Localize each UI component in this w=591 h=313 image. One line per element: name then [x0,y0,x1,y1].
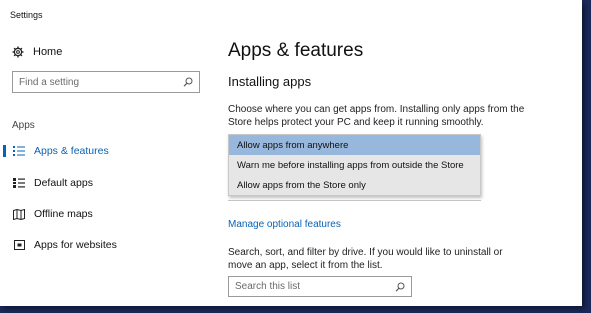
search-list-placeholder: Search this list [235,281,301,292]
dropdown-option-store-only[interactable]: Allow apps from the Store only [229,175,480,195]
sidebar-item-apps-features[interactable]: Apps & features [0,141,212,161]
dropdown-option-anywhere[interactable]: Allow apps from anywhere [229,135,480,155]
default-apps-icon [12,178,26,188]
sidebar-item-apps-for-websites[interactable]: Apps for websites [0,235,212,255]
main-content: Apps & features Installing apps Choose w… [228,28,582,306]
home-label: Home [33,46,63,58]
dropdown-underlay [228,196,481,201]
sidebar: Home Find a setting Apps Apps & features… [0,28,212,306]
search-icon[interactable] [395,282,405,292]
window-title: Settings [10,10,43,20]
web-app-icon [12,240,26,250]
find-setting-search-input[interactable]: Find a setting [12,71,200,93]
list-icon [12,146,26,156]
home-nav-item[interactable]: Home [12,44,62,60]
dropdown-option-warn[interactable]: Warn me before installing apps from outs… [229,155,480,175]
installing-apps-description: Choose where you can get apps from. Inst… [228,104,525,128]
section-title: Installing apps [228,74,312,89]
active-indicator [3,145,6,157]
find-setting-placeholder: Find a setting [19,76,80,88]
sidebar-item-label: Apps & features [34,145,109,157]
filter-description: Search, sort, and filter by drive. If yo… [228,247,503,271]
page-title: Apps & features [228,40,364,61]
manage-optional-features-link[interactable]: Manage optional features [228,219,341,230]
search-list-input[interactable]: Search this list [228,276,412,297]
title-bar: Settings [0,0,582,28]
sidebar-item-label: Apps for websites [34,239,117,251]
sidebar-item-default-apps[interactable]: Default apps [0,173,212,193]
settings-window: Settings Home Find a setting Apps Apps &… [0,0,582,306]
install-source-dropdown[interactable]: Allow apps from anywhere Warn me before … [228,134,481,196]
sidebar-item-label: Offline maps [34,208,93,220]
sidebar-item-offline-maps[interactable]: Offline maps [0,204,212,224]
apps-section-label: Apps [12,120,35,131]
search-icon[interactable] [183,77,193,87]
sidebar-item-label: Default apps [34,177,93,189]
map-icon [12,208,26,220]
gear-icon [12,46,24,58]
